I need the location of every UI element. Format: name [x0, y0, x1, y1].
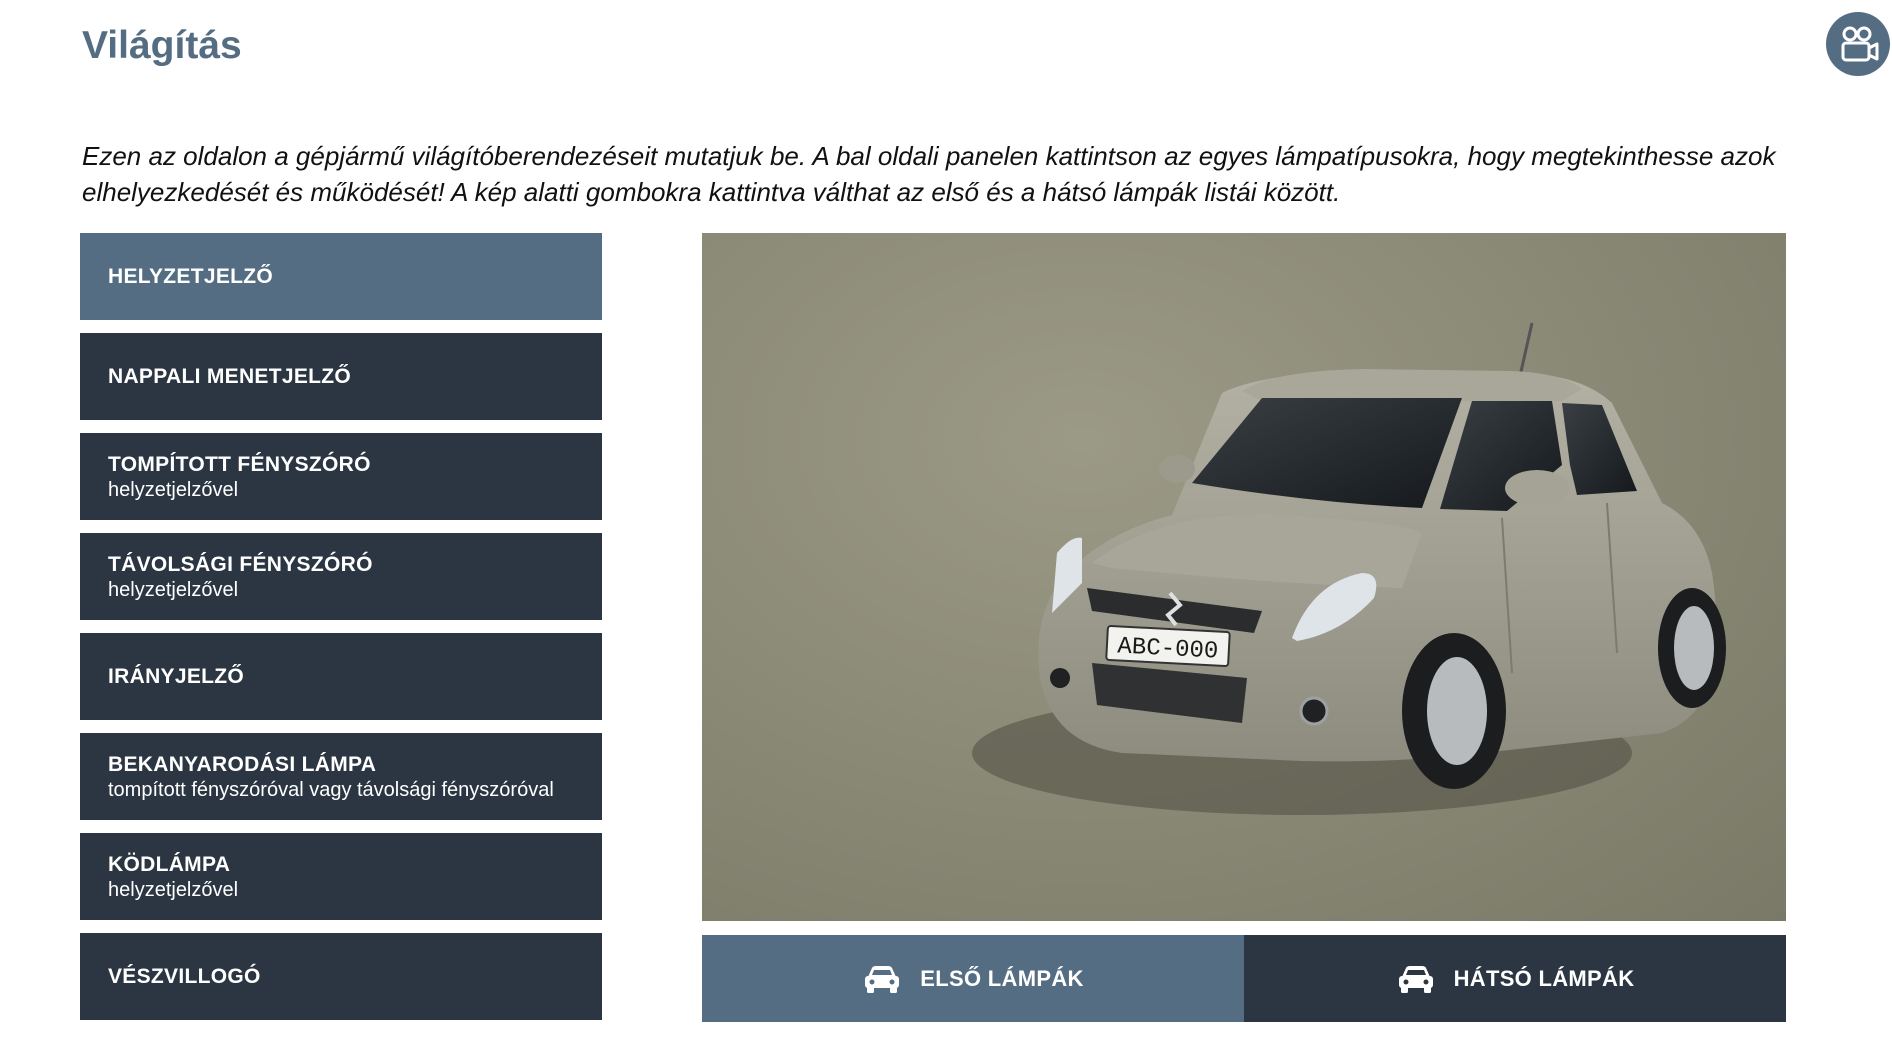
left-mirror: [1159, 455, 1195, 483]
car-icon: [865, 965, 900, 993]
lamp-title: TOMPÍTOTT FÉNYSZÓRÓ: [108, 452, 371, 476]
video-camera-icon: [1841, 26, 1879, 62]
lamp-item-kodlampa[interactable]: KÖDLÁMPA helyzetjelzővel: [80, 833, 602, 920]
tab-label: HÁTSÓ LÁMPÁK: [1453, 965, 1635, 991]
lamp-item-bekanyarodasi-lampa[interactable]: BEKANYARODÁSI LÁMPA tompított fényszóróv…: [80, 733, 602, 820]
car-icon: [1398, 965, 1433, 993]
lamp-subtitle: helyzetjelzővel: [108, 478, 239, 501]
lamp-item-tompitott-fenyszoro[interactable]: TOMPÍTOTT FÉNYSZÓRÓ helyzetjelzővel: [80, 433, 602, 520]
rear-wheel-rim: [1674, 606, 1714, 690]
front-wheel-rim: [1427, 657, 1487, 765]
lamp-item-helyzetjelzo[interactable]: HELYZETJELZŐ: [80, 233, 602, 320]
lamp-title: TÁVOLSÁGI FÉNYSZÓRÓ: [108, 552, 373, 576]
lamp-item-tavolsagi-fenyszoro[interactable]: TÁVOLSÁGI FÉNYSZÓRÓ helyzetjelzővel: [80, 533, 602, 620]
lamp-title: VÉSZVILLOGÓ: [108, 964, 261, 988]
lamp-subtitle: helyzetjelzővel: [108, 878, 239, 901]
lamp-title: NAPPALI MENETJELZŐ: [108, 364, 352, 388]
lamp-title: IRÁNYJELZŐ: [108, 664, 245, 688]
page-title: Világítás: [82, 24, 242, 67]
right-mirror: [1505, 470, 1569, 506]
car-roof: [1242, 369, 1582, 401]
tab-rear-lamps[interactable]: HÁTSÓ LÁMPÁK: [1244, 935, 1786, 1022]
lamp-subtitle: helyzetjelzővel: [108, 578, 239, 601]
left-fog-light: [1050, 668, 1070, 688]
lamp-title: HELYZETJELZŐ: [108, 264, 274, 288]
right-fog-light: [1299, 696, 1329, 726]
lamp-title: KÖDLÁMPA: [108, 852, 231, 876]
lamp-item-nappali-menetjelzo[interactable]: NAPPALI MENETJELZŐ: [80, 333, 602, 420]
intro-text: Ezen az oldalon a gépjármű világítóberen…: [82, 141, 1776, 207]
antenna: [1518, 322, 1534, 377]
tab-label: ELSŐ LÁMPÁK: [920, 965, 1084, 991]
lamp-item-veszvillogo[interactable]: VÉSZVILLOGÓ: [80, 933, 602, 1020]
car-illustration: ABC-000: [972, 322, 1726, 815]
car-preview: ABC-000: [702, 233, 1786, 921]
lamp-subtitle: tompított fényszóróval vagy távolsági fé…: [108, 778, 554, 801]
lamp-tab-bar: ELSŐ LÁMPÁK HÁTSÓ LÁMPÁK: [702, 935, 1786, 1022]
lighting-page: Világítás Ezen az oldalon a gépjármű vil…: [0, 0, 1892, 1052]
lamp-title: BEKANYARODÁSI LÁMPA: [108, 752, 377, 776]
license-plate-text: ABC-000: [1117, 633, 1219, 665]
camera-button[interactable]: [1826, 12, 1890, 76]
lamp-item-iranyjelzo[interactable]: IRÁNYJELZŐ: [80, 633, 602, 720]
tab-front-lamps[interactable]: ELSŐ LÁMPÁK: [702, 935, 1244, 1022]
